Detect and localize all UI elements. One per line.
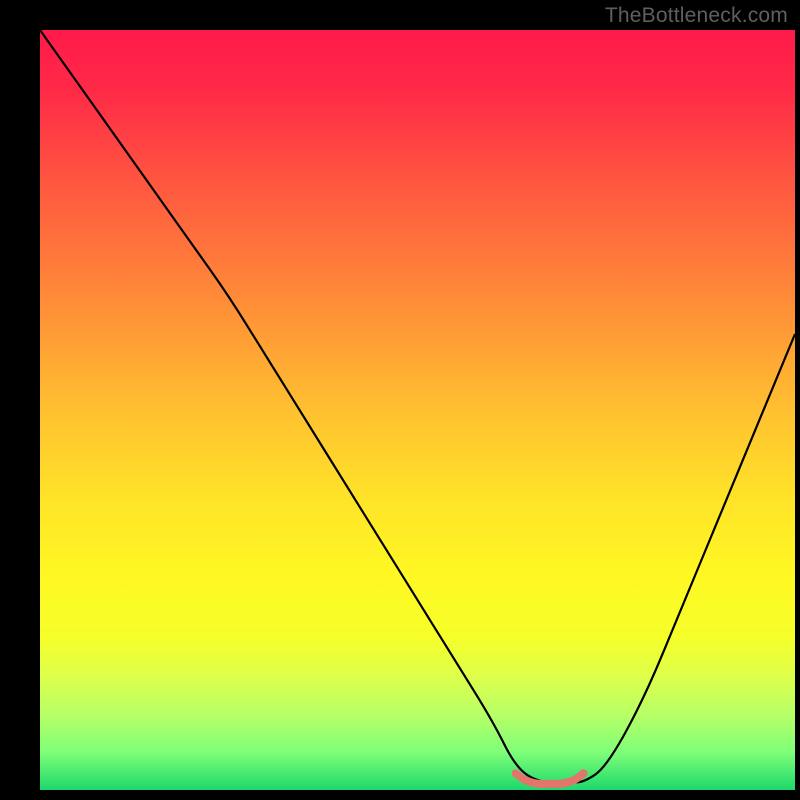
chart-frame: TheBottleneck.com	[0, 0, 800, 800]
plot-area	[40, 30, 795, 790]
watermark-text: TheBottleneck.com	[605, 4, 788, 28]
bottleneck-curve	[40, 30, 795, 782]
curve-layer	[40, 30, 795, 790]
